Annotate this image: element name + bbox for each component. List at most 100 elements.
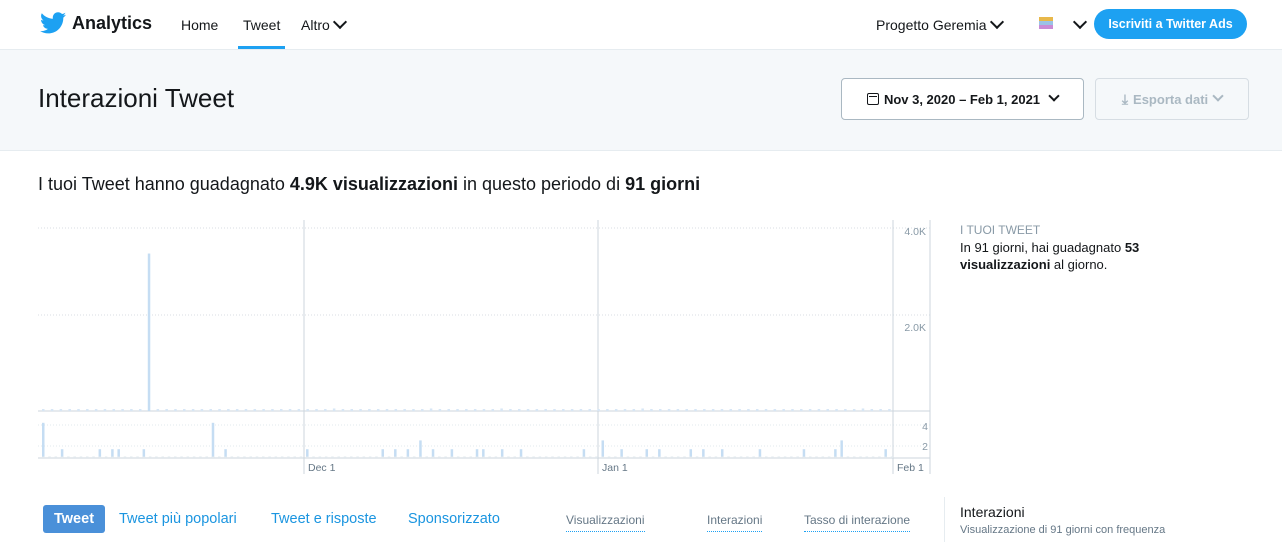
impressions-bar xyxy=(394,409,398,411)
impressions-bar xyxy=(562,409,565,411)
engagements-subtitle: Visualizzazione di 91 giorni con frequen… xyxy=(960,524,1166,536)
impressions-bar xyxy=(800,409,803,411)
impressions-bar xyxy=(412,409,415,411)
interactions-baseline xyxy=(595,456,598,458)
interactions-baseline xyxy=(387,456,391,458)
interactions-baseline xyxy=(588,456,592,458)
interactions-baseline xyxy=(739,456,743,458)
interactions-baseline xyxy=(180,456,183,458)
date-range-label: Nov 3, 2020 – Feb 1, 2021 xyxy=(883,91,1041,107)
interactions-baseline xyxy=(456,456,460,458)
impressions-bar xyxy=(729,409,733,411)
top-nav: Analytics Home Tweet Altro Progetto Gere… xyxy=(0,0,1282,50)
impressions-bar xyxy=(685,409,688,411)
interactions-baseline xyxy=(92,456,95,458)
impressions-bar xyxy=(473,409,477,411)
interactions-baseline xyxy=(287,456,290,458)
interactions-baseline xyxy=(186,456,190,458)
impressions-summary: I tuoi Tweet hanno guadagnato 4.9K visua… xyxy=(38,174,700,195)
interactions-baseline xyxy=(714,456,718,458)
impressions-bar xyxy=(59,409,63,411)
interactions-baseline xyxy=(123,456,127,458)
interactions-baseline xyxy=(507,456,510,458)
export-data-button[interactable]: ⤓ Esporta dati xyxy=(1095,78,1249,120)
impressions-bar xyxy=(579,409,583,411)
impressions-bar xyxy=(86,409,89,411)
impressions-bar xyxy=(403,409,406,411)
interactions-baseline xyxy=(268,456,271,458)
impressions-bar xyxy=(77,409,80,411)
impressions-bar xyxy=(526,409,530,411)
summary-middle: in questo periodo di xyxy=(457,174,626,194)
account-switcher[interactable]: Progetto Geremia xyxy=(876,14,1004,33)
interactions-baseline xyxy=(293,456,296,458)
interactions-baseline xyxy=(117,456,120,458)
y-tick-label: 2 xyxy=(922,441,928,453)
tab-tweets[interactable]: Tweet xyxy=(43,505,106,533)
download-icon: ⤓ xyxy=(1121,90,1129,107)
interactions-baseline xyxy=(702,456,705,458)
interactions-baseline xyxy=(859,456,862,458)
impressions-chart: Dec 1 Jan 1 Feb 1 4.0K 2.0K 4 2 xyxy=(38,220,931,474)
language-chevron-down-icon[interactable] xyxy=(1072,14,1088,30)
interactions-baseline xyxy=(632,456,636,458)
twitter-ads-button[interactable]: Iscriviti a Twitter Ads xyxy=(1094,9,1247,39)
interactions-baseline xyxy=(381,456,384,458)
date-range-picker[interactable]: Nov 3, 2020 – Feb 1, 2021 xyxy=(841,78,1084,120)
impressions-bar xyxy=(421,409,424,411)
metric-engagements[interactable]: Interazioni xyxy=(707,513,763,532)
interactions-baseline xyxy=(356,456,359,458)
interactions-baseline xyxy=(167,456,171,458)
impressions-bar xyxy=(332,408,336,411)
nav-home[interactable]: Home xyxy=(181,17,218,33)
impressions-bar xyxy=(429,408,433,411)
nav-more[interactable]: Altro xyxy=(301,14,347,33)
impressions-bar xyxy=(130,409,133,411)
impressions-bar xyxy=(614,409,618,411)
interactions-baseline xyxy=(570,456,573,458)
interactions-baseline xyxy=(48,456,51,458)
tab-tweets-and-replies[interactable]: Tweet e risposte xyxy=(271,505,377,533)
interactions-baseline xyxy=(104,456,108,458)
interactions-baseline xyxy=(695,456,699,458)
impressions-bar xyxy=(209,409,212,411)
summary-days: 91 giorni xyxy=(625,174,701,194)
interactions-baseline xyxy=(519,456,523,458)
impressions-bar xyxy=(315,409,318,411)
interactions-baseline xyxy=(708,456,711,458)
y-tick-label: 4 xyxy=(922,421,928,433)
interactions-baseline xyxy=(280,456,284,458)
metric-engagement-rate[interactable]: Tasso di interazione xyxy=(804,513,911,532)
interactions-bar xyxy=(601,440,605,458)
interactions-baseline xyxy=(576,456,579,458)
interactions-baseline xyxy=(362,456,366,458)
interactions-baseline xyxy=(563,456,567,458)
impressions-bar xyxy=(588,409,591,411)
engagements-title: Interazioni xyxy=(960,504,1025,520)
metric-impressions[interactable]: Visualizzazioni xyxy=(566,513,645,532)
tab-top-tweets[interactable]: Tweet più popolari xyxy=(119,505,237,533)
brand[interactable]: Analytics xyxy=(40,12,152,34)
impressions-bar xyxy=(218,409,221,411)
impressions-bar xyxy=(341,409,345,411)
impressions-bar xyxy=(235,409,239,411)
impressions-bar xyxy=(879,409,882,411)
chevron-down-icon xyxy=(332,14,347,30)
interactions-baseline xyxy=(557,456,561,458)
page-header: Interazioni Tweet Nov 3, 2020 – Feb 1, 2… xyxy=(0,50,1282,151)
impressions-bar xyxy=(376,409,380,411)
impressions-bar xyxy=(852,409,856,411)
interactions-baseline xyxy=(174,456,177,458)
page-title: Interazioni Tweet xyxy=(38,83,235,113)
impressions-bar xyxy=(659,409,662,411)
impressions-bar xyxy=(438,409,442,411)
interactions-baseline xyxy=(67,456,70,458)
interactions-baseline xyxy=(368,456,372,458)
nav-more-label: Altro xyxy=(301,17,330,33)
tab-promoted[interactable]: Sponsorizzato xyxy=(408,505,500,533)
impressions-bar xyxy=(156,409,160,411)
nav-tweet[interactable]: Tweet xyxy=(237,17,286,49)
interactions-baseline xyxy=(431,456,435,458)
interactions-baseline xyxy=(645,456,649,458)
interactions-baseline xyxy=(60,456,64,458)
